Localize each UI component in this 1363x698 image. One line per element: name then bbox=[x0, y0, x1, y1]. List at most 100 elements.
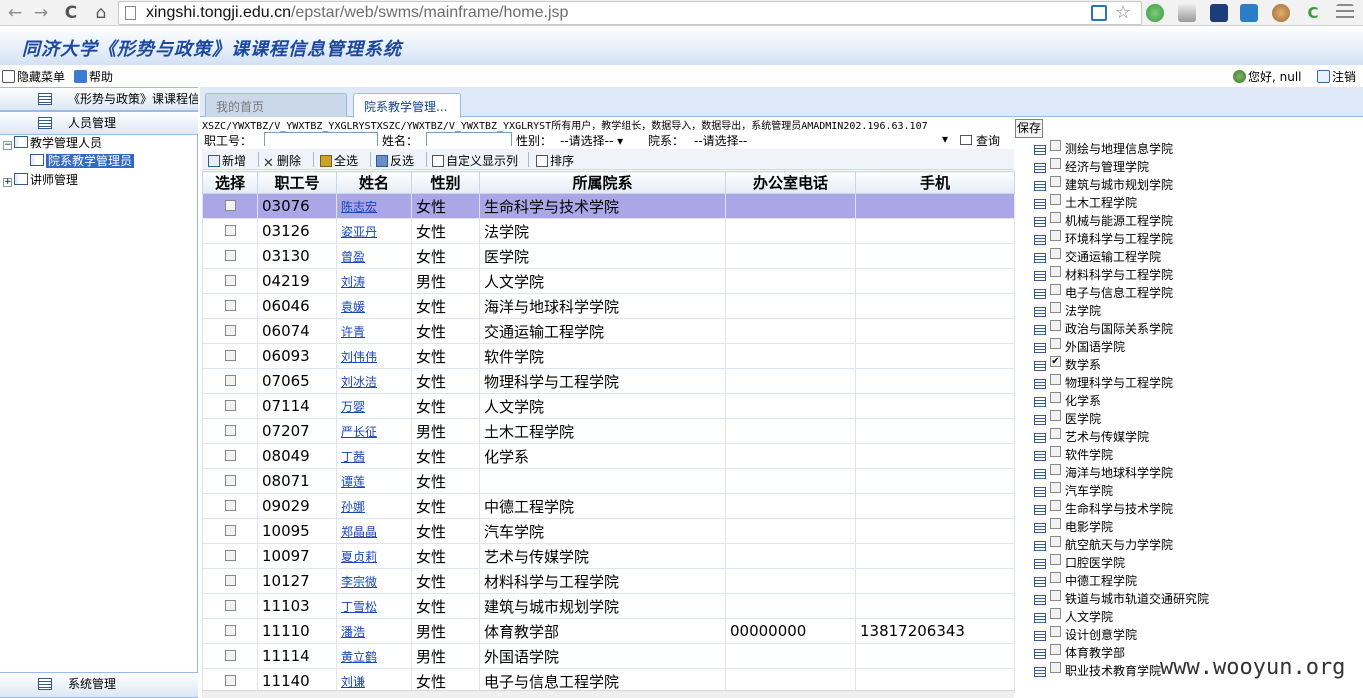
extension-green-icon[interactable] bbox=[1146, 4, 1164, 22]
cell-name-link[interactable]: 刘冰洁 bbox=[336, 368, 412, 394]
table-row[interactable]: 04219 刘涛 男性 人文学院 bbox=[202, 268, 1015, 294]
checkbox-icon[interactable] bbox=[1050, 158, 1061, 169]
checkbox-icon[interactable] bbox=[1050, 140, 1061, 151]
checkbox-icon[interactable] bbox=[1050, 626, 1061, 637]
checkbox-icon[interactable] bbox=[224, 575, 236, 586]
col-office-phone-header[interactable]: 办公室电话 bbox=[725, 171, 856, 194]
tree-item-dept-admin[interactable]: 院系教学管理员 bbox=[30, 152, 135, 170]
sort-button[interactable]: 排序 bbox=[536, 152, 574, 169]
row-checkbox[interactable] bbox=[202, 218, 258, 244]
checkbox-icon[interactable] bbox=[1050, 482, 1061, 493]
row-checkbox[interactable] bbox=[202, 393, 258, 419]
menu-icon[interactable] bbox=[1336, 4, 1354, 22]
delete-button[interactable]: ✕ 删除 bbox=[263, 152, 301, 170]
custom-columns-button[interactable]: 自定义显示列 bbox=[432, 152, 518, 169]
download-icon[interactable] bbox=[1178, 4, 1196, 22]
checkbox-icon[interactable] bbox=[1050, 572, 1061, 583]
checkbox-icon[interactable] bbox=[224, 550, 236, 561]
tree-item-lecturers[interactable]: + 讲师管理 bbox=[0, 171, 78, 189]
checkbox-icon[interactable] bbox=[224, 325, 236, 336]
row-checkbox[interactable] bbox=[202, 318, 258, 344]
row-checkbox[interactable] bbox=[202, 543, 258, 569]
checkbox-icon[interactable] bbox=[224, 200, 236, 211]
query-button[interactable]: 查询 bbox=[960, 132, 1000, 146]
reader-icon[interactable] bbox=[1091, 5, 1107, 21]
cell-name-link[interactable]: 曾盈 bbox=[336, 243, 412, 269]
forward-arrow-icon[interactable]: → bbox=[30, 2, 52, 24]
cell-name-link[interactable]: 丁茜 bbox=[336, 443, 412, 469]
table-row[interactable]: 07065 刘冰洁 女性 物理科学与工程学院 bbox=[202, 368, 1015, 394]
checkbox-icon[interactable] bbox=[1050, 464, 1061, 475]
table-row[interactable]: 03126 姿亚丹 女性 法学院 bbox=[202, 218, 1015, 244]
row-checkbox[interactable] bbox=[202, 618, 258, 644]
checkbox-icon[interactable] bbox=[1050, 374, 1061, 385]
dept-select[interactable]: --请选择-- bbox=[694, 132, 747, 146]
checked-checkbox-icon[interactable]: ✔ bbox=[1050, 356, 1061, 367]
cell-name-link[interactable]: 潘浩 bbox=[336, 618, 412, 644]
col-name-header[interactable]: 姓名 bbox=[336, 171, 412, 194]
checkbox-icon[interactable] bbox=[1050, 284, 1061, 295]
sidebar-section-course[interactable]: 《形势与政策》课课程信息 bbox=[0, 87, 198, 111]
checkbox-icon[interactable] bbox=[1050, 176, 1061, 187]
sidebar-section-system[interactable]: 系统管理 bbox=[0, 672, 198, 698]
tab-home[interactable]: 我的首页 bbox=[205, 93, 347, 117]
checkbox-icon[interactable] bbox=[1050, 554, 1061, 565]
reload-icon[interactable]: C bbox=[60, 2, 82, 24]
checkbox-icon[interactable] bbox=[1050, 536, 1061, 547]
checkbox-icon[interactable] bbox=[224, 650, 236, 661]
table-row[interactable]: 06074 许青 女性 交通运输工程学院 bbox=[202, 318, 1015, 344]
checkbox-icon[interactable] bbox=[1050, 608, 1061, 619]
cell-name-link[interactable]: 夏贞莉 bbox=[336, 543, 412, 569]
table-row[interactable]: 03076 陈志宏 女性 生命科学与技术学院 bbox=[202, 193, 1015, 219]
save-button[interactable]: 保存 bbox=[1015, 119, 1043, 138]
row-checkbox[interactable] bbox=[202, 443, 258, 469]
help-button[interactable]: 帮助 bbox=[74, 68, 113, 85]
checkbox-icon[interactable] bbox=[1050, 302, 1061, 313]
cell-name-link[interactable]: 许青 bbox=[336, 318, 412, 344]
cell-name-link[interactable]: 姿亚丹 bbox=[336, 218, 412, 244]
checkbox-icon[interactable] bbox=[224, 425, 236, 436]
col-mobile-header[interactable]: 手机 bbox=[855, 171, 1015, 194]
checkbox-icon[interactable] bbox=[224, 225, 236, 236]
checkbox-icon[interactable] bbox=[1050, 410, 1061, 421]
cell-name-link[interactable]: 孙娜 bbox=[336, 493, 412, 519]
row-checkbox[interactable] bbox=[202, 193, 258, 219]
tree-item-teaching-staff[interactable]: − 教学管理人员 bbox=[0, 134, 102, 152]
cell-name-link[interactable]: 郑晶晶 bbox=[336, 518, 412, 544]
checkbox-icon[interactable] bbox=[224, 275, 236, 286]
expand-icon[interactable]: + bbox=[3, 178, 12, 187]
checkbox-icon[interactable] bbox=[1050, 518, 1061, 529]
sidebar-section-personnel[interactable]: 人员管理 bbox=[0, 111, 198, 135]
row-checkbox[interactable] bbox=[202, 293, 258, 319]
table-row[interactable]: 08071 谭莲 女性 bbox=[202, 468, 1015, 494]
table-row[interactable]: 03130 曾盈 女性 医学院 bbox=[202, 243, 1015, 269]
name-input[interactable] bbox=[426, 132, 512, 146]
staff-no-input[interactable] bbox=[264, 132, 378, 146]
table-row[interactable]: 11110 潘浩 男性 体育教学部 00000000 13817206343 bbox=[202, 618, 1015, 644]
row-checkbox[interactable] bbox=[202, 368, 258, 394]
cell-name-link[interactable]: 刘伟伟 bbox=[336, 343, 412, 369]
checkbox-icon[interactable] bbox=[224, 250, 236, 261]
checkbox-icon[interactable] bbox=[224, 350, 236, 361]
extension-blue-icon[interactable] bbox=[1210, 4, 1228, 22]
cell-name-link[interactable]: 黄立鹤 bbox=[336, 643, 412, 669]
horizontal-scrollbar[interactable] bbox=[202, 690, 1014, 698]
checkbox-icon[interactable] bbox=[1050, 500, 1061, 511]
hide-menu-button[interactable]: 隐藏菜单 bbox=[2, 68, 65, 85]
extension-chart-icon[interactable] bbox=[1240, 4, 1258, 22]
row-checkbox[interactable] bbox=[202, 593, 258, 619]
table-row[interactable]: 10095 郑晶晶 女性 汽车学院 bbox=[202, 518, 1015, 544]
row-checkbox[interactable] bbox=[202, 468, 258, 494]
extension-c-icon[interactable]: C bbox=[1304, 4, 1322, 22]
collapse-icon[interactable]: − bbox=[3, 141, 12, 150]
checkbox-icon[interactable] bbox=[224, 300, 236, 311]
checkbox-icon[interactable] bbox=[224, 450, 236, 461]
checkbox-icon[interactable] bbox=[224, 525, 236, 536]
checkbox-icon[interactable] bbox=[224, 625, 236, 636]
cell-name-link[interactable]: 丁雪松 bbox=[336, 593, 412, 619]
checkbox-icon[interactable] bbox=[1050, 392, 1061, 403]
checkbox-icon[interactable] bbox=[1050, 428, 1061, 439]
invert-selection-button[interactable]: 反选 bbox=[376, 152, 414, 169]
cell-name-link[interactable]: 李宗微 bbox=[336, 568, 412, 594]
table-row[interactable]: 10127 李宗微 女性 材料科学与工程学院 bbox=[202, 568, 1015, 594]
